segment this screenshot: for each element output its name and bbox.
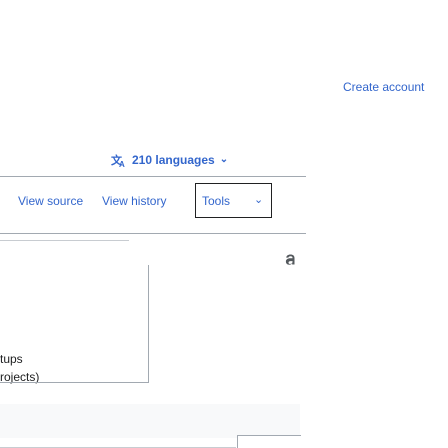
create-account-link[interactable]: Create account xyxy=(343,80,424,94)
view-history-tab[interactable]: View history xyxy=(102,194,166,208)
chevron-down-icon: ⌄ xyxy=(254,194,264,206)
svg-text:A: A xyxy=(119,160,125,168)
translate-icon: 文 A xyxy=(110,152,127,168)
page-actions-tabs: View source View history Tools ⌄ xyxy=(0,176,306,234)
wiki-page-screen: Create account 文 A 210 languages ⌄ View … xyxy=(0,0,448,448)
font-size-icon[interactable] xyxy=(282,252,299,269)
sidebar-divider xyxy=(0,240,129,241)
tabs-bottom-divider xyxy=(0,233,306,234)
tools-dropdown[interactable]: Tools ⌄ xyxy=(195,183,272,218)
tools-label: Tools xyxy=(202,194,231,208)
bottom-tab-outline xyxy=(237,435,301,448)
content-panel xyxy=(0,404,300,438)
language-switcher-button[interactable]: 文 A 210 languages ⌄ xyxy=(110,150,228,170)
tabs-top-divider xyxy=(0,176,306,177)
view-source-tab[interactable]: View source xyxy=(18,194,83,208)
sidebar-text-line: tups xyxy=(0,352,23,366)
content-vertical-rule xyxy=(148,265,149,383)
language-switcher-label: 210 languages xyxy=(132,153,215,167)
chevron-down-icon: ⌄ xyxy=(219,153,229,165)
sidebar-bottom-divider xyxy=(0,382,149,383)
